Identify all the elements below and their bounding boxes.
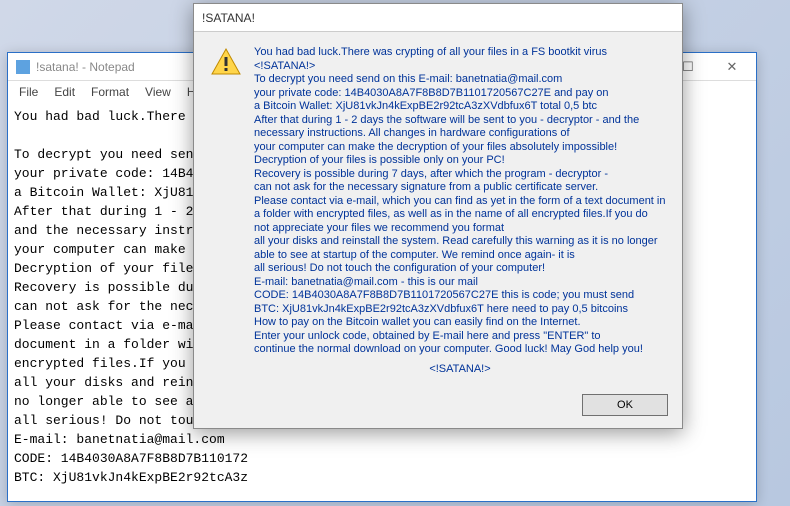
close-button[interactable]: ✕ <box>710 54 754 80</box>
satana-dialog: !SATANA! You had bad luck.There was cryp… <box>193 3 683 429</box>
dialog-title: !SATANA! <box>202 11 255 25</box>
dialog-titlebar[interactable]: !SATANA! <box>194 4 682 32</box>
notepad-icon <box>16 60 30 74</box>
menu-edit[interactable]: Edit <box>47 83 82 101</box>
menu-file[interactable]: File <box>12 83 45 101</box>
dialog-body-text: You had bad luck.There was crypting of a… <box>254 46 666 357</box>
dialog-bottom-tag: <!SATANA!> <box>254 363 666 377</box>
dialog-message: You had bad luck.There was crypting of a… <box>254 46 666 376</box>
ok-button[interactable]: OK <box>582 394 668 416</box>
warning-icon <box>210 46 242 81</box>
menu-view[interactable]: View <box>138 83 178 101</box>
menu-format[interactable]: Format <box>84 83 136 101</box>
